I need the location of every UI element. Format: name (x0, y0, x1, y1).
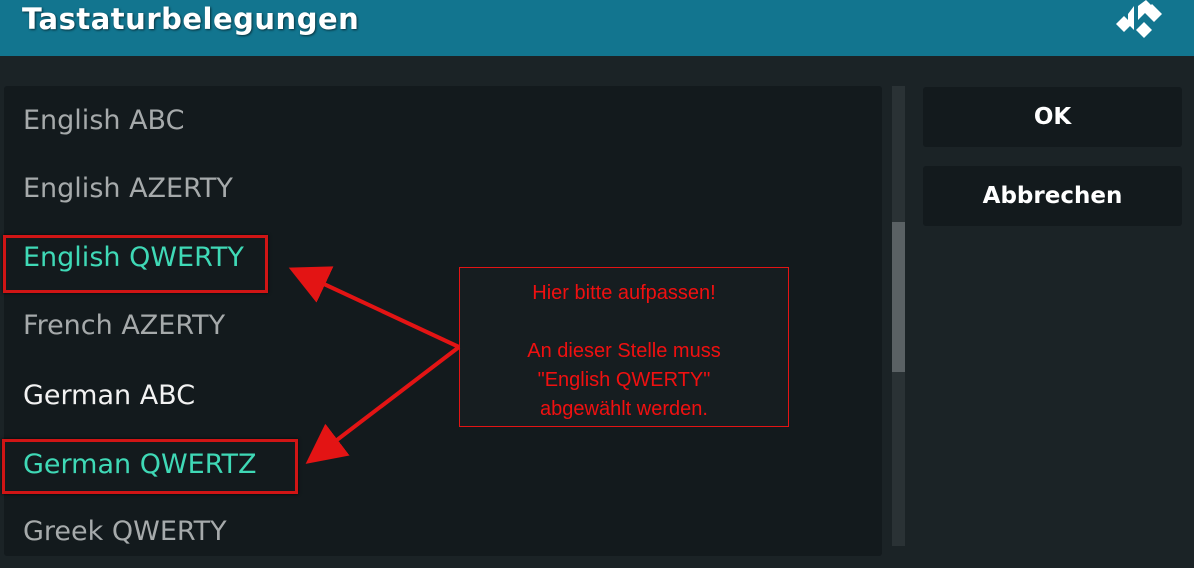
highlight-german-qwertz (2, 439, 298, 494)
list-item-greek-qwerty[interactable]: Greek QWERTY (4, 500, 882, 568)
kodi-logo-icon (1116, 0, 1162, 38)
ok-button[interactable]: OK (923, 87, 1182, 147)
dialog-title: Tastaturbelegungen (22, 2, 360, 36)
highlight-english-qwerty (3, 235, 268, 293)
list-item-english-abc[interactable]: English ABC (4, 89, 882, 157)
scrollbar-thumb[interactable] (892, 222, 905, 372)
cancel-button[interactable]: Abbrechen (923, 166, 1182, 226)
dialog-header: Tastaturbelegungen (0, 0, 1194, 56)
annotation-note: Hier bitte aufpassen! An dieser Stelle m… (459, 267, 789, 427)
list-item-english-azerty[interactable]: English AZERTY (4, 157, 882, 225)
